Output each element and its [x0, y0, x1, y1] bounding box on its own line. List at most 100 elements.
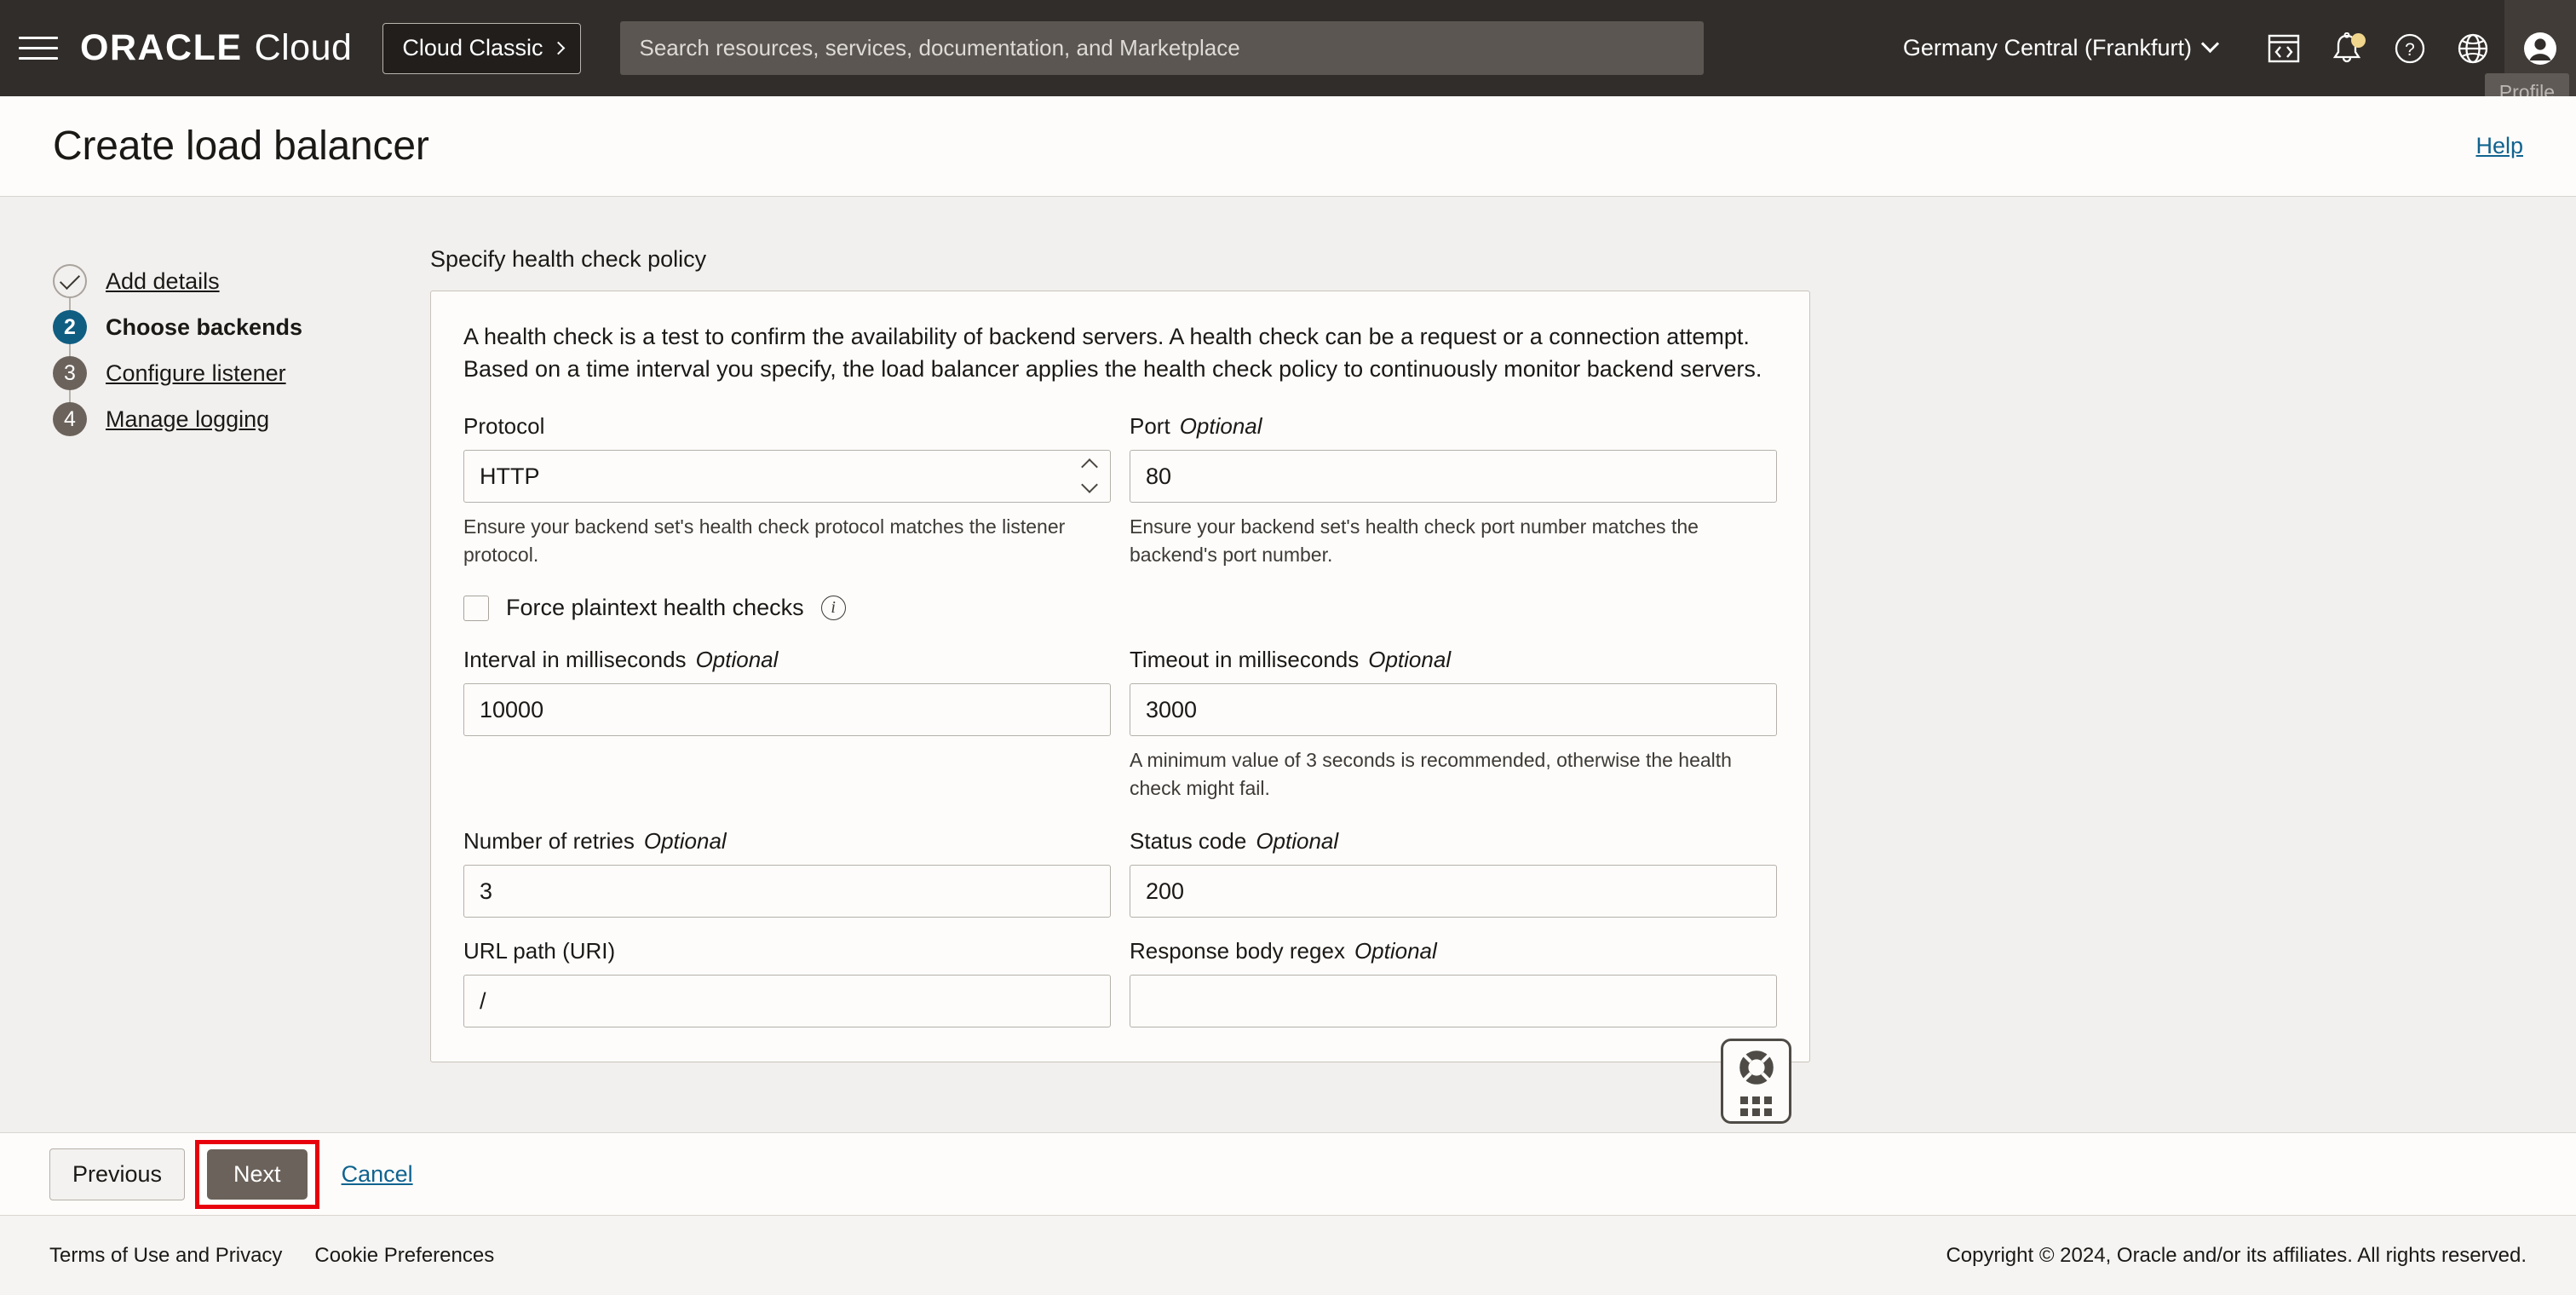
protocol-label: Protocol [463, 413, 545, 439]
page-header: Create load balancer Help [0, 96, 2576, 197]
retries-input[interactable] [463, 865, 1111, 918]
cloud-classic-button[interactable]: Cloud Classic [382, 22, 582, 74]
row-protocol-port: Protocol Ensure your backend set's healt… [463, 413, 1777, 569]
sidebar-item-add-details[interactable]: Add details [53, 258, 394, 327]
field-protocol: Protocol Ensure your backend set's healt… [463, 413, 1111, 569]
wizard-steps: Add details 2 Choose backends 3 Configur… [53, 258, 394, 442]
response-regex-label: Response body regex [1130, 938, 1345, 964]
field-retries: Number of retries Optional [463, 828, 1111, 918]
row-urlpath-regex: URL path (URI) Response body regex Optio… [463, 938, 1777, 1027]
help-button[interactable]: ? [2378, 0, 2441, 96]
step-marker-2: 2 [53, 310, 87, 344]
protocol-select[interactable] [463, 450, 1111, 503]
interval-label: Interval in milliseconds [463, 647, 687, 672]
field-interval: Interval in milliseconds Optional [463, 647, 1111, 803]
terms-of-use-link[interactable]: Terms of Use and Privacy [49, 1244, 282, 1268]
sidebar-item-manage-logging[interactable]: 4 Manage logging [53, 396, 394, 442]
help-question-icon: ? [2395, 33, 2425, 63]
field-timeout: Timeout in milliseconds Optional A minim… [1130, 647, 1777, 803]
status-code-label-row: Status code Optional [1130, 828, 1777, 855]
top-nav-right-group: Germany Central (Frankfurt) ? Profile [1903, 0, 2576, 112]
row-retries-status: Number of retries Optional Status code O… [463, 828, 1777, 918]
response-regex-input[interactable] [1130, 975, 1777, 1027]
interval-optional-tag: Optional [695, 647, 779, 672]
step-label-1[interactable]: Add details [106, 268, 220, 295]
wizard-action-bar: Previous Next Cancel [0, 1132, 2576, 1216]
notification-badge [2351, 33, 2366, 48]
retries-label-row: Number of retries Optional [463, 828, 1111, 855]
url-path-label: URL path (URI) [463, 938, 616, 964]
cookie-preferences-link[interactable]: Cookie Preferences [314, 1244, 494, 1268]
port-label: Port [1130, 413, 1170, 439]
brand-oracle-text: ORACLE [80, 27, 243, 68]
port-optional-tag: Optional [1179, 413, 1262, 439]
sidebar-item-choose-backends[interactable]: 2 Choose backends [53, 304, 394, 373]
drag-handle-dots-icon[interactable] [1740, 1096, 1772, 1116]
interval-input[interactable] [463, 683, 1111, 736]
hamburger-menu-icon[interactable] [19, 33, 58, 64]
chevron-down-icon [2200, 34, 2220, 54]
step-label-4[interactable]: Manage logging [106, 406, 269, 433]
status-code-label: Status code [1130, 828, 1247, 854]
health-check-panel: Specify health check policy A health che… [430, 246, 1810, 1124]
field-port: Port Optional Ensure your backend set's … [1130, 413, 1777, 569]
panel-intro-text: A health check is a test to confirm the … [463, 324, 1762, 382]
panel-heading: Specify health check policy [430, 246, 707, 272]
top-navigation-bar: ORACLE Cloud Cloud Classic Germany Centr… [0, 0, 2576, 112]
port-helper-text: Ensure your backend set's health check p… [1130, 515, 1699, 566]
check-icon [59, 268, 81, 290]
protocol-label-row: Protocol [463, 413, 1111, 440]
lifebuoy-support-icon [1737, 1048, 1775, 1087]
notifications-button[interactable] [2315, 0, 2378, 96]
cloud-classic-label: Cloud Classic [402, 34, 543, 60]
profile-button[interactable]: Profile [2484, 0, 2576, 112]
force-plaintext-label: Force plaintext health checks [506, 595, 804, 620]
svg-text:?: ? [2405, 40, 2415, 60]
interval-label-row: Interval in milliseconds Optional [463, 647, 1111, 673]
search-input[interactable] [620, 21, 1705, 75]
status-code-optional-tag: Optional [1256, 828, 1339, 854]
page-title: Create load balancer [53, 124, 429, 169]
protocol-select-wrap [463, 450, 1111, 503]
step-label-2: Choose backends [106, 314, 303, 340]
timeout-label: Timeout in milliseconds [1130, 647, 1360, 672]
force-plaintext-row[interactable]: Force plaintext health checks i [463, 595, 1777, 621]
port-label-row: Port Optional [1130, 413, 1777, 440]
field-response-regex: Response body regex Optional [1130, 938, 1777, 1027]
row-interval-timeout: Interval in milliseconds Optional Timeou… [463, 647, 1777, 803]
language-globe-icon [2458, 33, 2488, 63]
step-marker-3: 3 [53, 356, 87, 390]
copyright-text: Copyright © 2024, Oracle and/or its affi… [1946, 1243, 2527, 1267]
region-selector[interactable]: Germany Central (Frankfurt) [1903, 34, 2220, 61]
cloud-shell-button[interactable] [2252, 0, 2315, 96]
health-check-card: A health check is a test to confirm the … [430, 291, 1810, 1062]
profile-avatar-icon [2524, 32, 2556, 65]
oracle-cloud-logo[interactable]: ORACLE Cloud [80, 27, 352, 69]
timeout-helper-text: A minimum value of 3 seconds is recommen… [1130, 749, 1732, 799]
timeout-input[interactable] [1130, 683, 1777, 736]
support-widget[interactable] [1721, 1039, 1791, 1124]
step-label-3[interactable]: Configure listener [106, 360, 286, 387]
force-plaintext-checkbox[interactable] [463, 595, 489, 621]
response-regex-label-row: Response body regex Optional [1130, 938, 1777, 964]
retries-label: Number of retries [463, 828, 635, 854]
cancel-link[interactable]: Cancel [342, 1161, 413, 1188]
field-url-path: URL path (URI) [463, 938, 1111, 1027]
main-content: Add details 2 Choose backends 3 Configur… [0, 197, 2576, 1132]
port-input[interactable] [1130, 450, 1777, 503]
next-button[interactable]: Next [207, 1148, 308, 1200]
sidebar-item-configure-listener[interactable]: 3 Configure listener [53, 350, 394, 419]
help-link[interactable]: Help [2475, 133, 2523, 159]
url-path-input[interactable] [463, 975, 1111, 1027]
field-status-code: Status code Optional [1130, 828, 1777, 918]
brand-cloud-text: Cloud [254, 27, 353, 68]
retries-optional-tag: Optional [643, 828, 727, 854]
previous-button[interactable]: Previous [49, 1148, 186, 1200]
timeout-label-row: Timeout in milliseconds Optional [1130, 647, 1777, 673]
status-code-input[interactable] [1130, 865, 1777, 918]
url-path-label-row: URL path (URI) [463, 938, 1111, 964]
cloud-shell-icon [2268, 34, 2300, 62]
info-icon[interactable]: i [820, 596, 846, 620]
